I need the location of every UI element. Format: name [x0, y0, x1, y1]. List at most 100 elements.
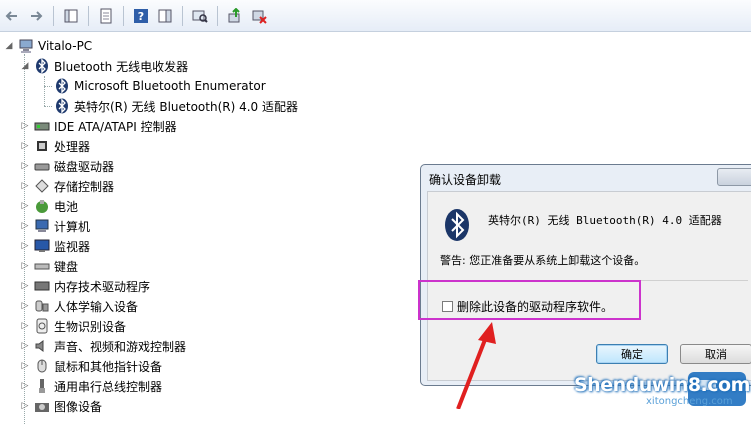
fingerprint-icon — [36, 318, 48, 334]
expand-arrow-icon[interactable]: ▷ — [20, 261, 30, 271]
scan-hardware-icon — [192, 10, 208, 23]
tree-item-label: 生物识别设备 — [54, 319, 127, 334]
scan-hardware-button[interactable] — [190, 6, 210, 26]
cancel-button-label: 取消 — [705, 348, 727, 361]
mouse-icon — [37, 359, 47, 373]
tree-item-hid[interactable]: ▷ 人体学输入设备 — [20, 296, 138, 316]
back-button[interactable] — [2, 6, 22, 26]
annotation-highlight-box — [418, 280, 641, 320]
usb-icon — [39, 379, 45, 393]
tree-item-battery[interactable]: ▷ 电池 — [20, 196, 78, 216]
computer-icon — [35, 219, 49, 232]
toolbar-separator — [182, 5, 183, 26]
uninstall-icon — [252, 10, 267, 24]
tree-root-label: Vitalo-PC — [38, 39, 93, 53]
toolbar-separator — [88, 5, 89, 26]
camera-icon — [35, 403, 49, 412]
ok-button[interactable]: 确定 — [596, 344, 668, 364]
collapse-arrow-icon[interactable]: ◢ — [20, 61, 30, 71]
speaker-icon — [35, 340, 44, 352]
tree-item-imaging[interactable]: ▷ 图像设备 — [20, 396, 102, 416]
tree-item-biometric[interactable]: ▷ 生物识别设备 — [20, 316, 126, 336]
tree-item-usb[interactable]: ▷ 通用串行总线控制器 — [20, 376, 162, 396]
tree-item-label: 声音、视频和游戏控制器 — [54, 339, 187, 354]
cancel-button[interactable]: 取消 — [680, 344, 751, 364]
tree-item-memory-tech[interactable]: ▷ 内存技术驱动程序 — [20, 276, 150, 296]
bluetooth-icon — [445, 209, 469, 241]
tree-item-ide[interactable]: ▷ IDE ATA/ATAPI 控制器 — [20, 116, 177, 136]
tree-item-sound[interactable]: ▷ 声音、视频和游戏控制器 — [20, 336, 186, 356]
annotation-arrow — [456, 322, 496, 409]
tree-item-label: IDE ATA/ATAPI 控制器 — [54, 119, 177, 134]
tree-item-label: 存储控制器 — [54, 179, 115, 194]
console-tree-button[interactable] — [61, 6, 81, 26]
monitor-icon — [34, 239, 50, 252]
expand-arrow-icon[interactable]: ▷ — [20, 181, 30, 191]
expand-arrow-icon[interactable]: ▷ — [20, 221, 30, 231]
properties-icon — [100, 8, 112, 23]
expand-arrow-icon[interactable]: ▷ — [20, 341, 30, 351]
device-name: 英特尔(R) 无线 Bluetooth(R) 4.0 适配器 — [488, 214, 722, 227]
bluetooth-icon — [56, 78, 68, 94]
tree-item-label: 磁盘驱动器 — [54, 159, 115, 174]
uninstall-button[interactable] — [249, 6, 269, 26]
expand-arrow-icon[interactable]: ▷ — [20, 301, 30, 311]
dialog-close-button[interactable] — [717, 168, 751, 186]
tree-item-computer[interactable]: ▷ 计算机 — [20, 216, 90, 236]
expand-arrow-icon[interactable]: ▷ — [20, 321, 30, 331]
expand-arrow-icon[interactable]: ▷ — [20, 241, 30, 251]
disk-drive-icon — [34, 163, 50, 171]
help-button[interactable]: ? — [131, 6, 151, 26]
forward-button[interactable] — [26, 6, 46, 26]
storage-controller-icon — [35, 179, 49, 193]
tree-item-label: 内存技术驱动程序 — [54, 279, 151, 294]
warning-text: 警告: 您正准备要从系统上卸载这个设备。 — [440, 254, 646, 267]
expand-arrow-icon[interactable]: ▷ — [20, 141, 30, 151]
tree-item-label: 电池 — [54, 199, 79, 214]
tree-guide — [44, 86, 52, 87]
update-driver-button[interactable] — [225, 6, 245, 26]
expand-arrow-icon[interactable]: ▷ — [20, 361, 30, 371]
ok-button-label: 确定 — [621, 348, 643, 361]
tree-guide — [44, 106, 52, 107]
action-pane-icon — [158, 9, 172, 22]
properties-button[interactable] — [96, 6, 116, 26]
expand-arrow-icon[interactable]: ▷ — [20, 201, 30, 211]
toolbar-separator — [123, 5, 124, 26]
tree-item-storage[interactable]: ▷ 存储控制器 — [20, 176, 114, 196]
processor-icon — [37, 141, 47, 151]
tree-root[interactable]: ◢ Vitalo-PC — [4, 36, 92, 56]
tree-item-bt-adapter[interactable]: 英特尔(R) 无线 Bluetooth(R) 4.0 适配器 — [54, 96, 298, 116]
expand-arrow-icon[interactable]: ▷ — [20, 121, 30, 131]
tree-item-monitor[interactable]: ▷ 监视器 — [20, 236, 90, 256]
action-pane-button[interactable] — [155, 6, 175, 26]
watermark-subtext: xitongcheng.com — [646, 396, 733, 407]
update-driver-icon — [228, 7, 240, 22]
tree-item-mouse[interactable]: ▷ 鼠标和其他指针设备 — [20, 356, 162, 376]
toolbar: ? — [0, 0, 751, 32]
tree-item-label: Microsoft Bluetooth Enumerator — [74, 79, 266, 93]
bluetooth-icon — [56, 98, 68, 114]
tree-item-bt-enumerator[interactable]: Microsoft Bluetooth Enumerator — [54, 76, 266, 96]
collapse-arrow-icon[interactable]: ◢ — [4, 41, 14, 51]
tree-item-processor[interactable]: ▷ 处理器 — [20, 136, 90, 156]
svg-text:?: ? — [138, 10, 144, 23]
toolbar-separator — [53, 5, 54, 26]
watermark-text: Shenduwin8.com — [574, 374, 750, 396]
keyboard-icon — [34, 263, 50, 270]
tree-item-bluetooth[interactable]: ◢ Bluetooth 无线电收发器 — [20, 56, 188, 76]
tree-item-label: 通用串行总线控制器 — [54, 379, 163, 394]
tree-item-label: Bluetooth 无线电收发器 — [54, 59, 189, 74]
expand-arrow-icon[interactable]: ▷ — [20, 401, 30, 411]
tree-item-disk[interactable]: ▷ 磁盘驱动器 — [20, 156, 114, 176]
dialog-title: 确认设备卸载 — [429, 173, 502, 187]
expand-arrow-icon[interactable]: ▷ — [20, 161, 30, 171]
memory-icon — [34, 281, 50, 291]
tree-item-label: 键盘 — [54, 259, 79, 274]
help-icon: ? — [134, 8, 148, 23]
expand-arrow-icon[interactable]: ▷ — [20, 381, 30, 391]
tree-item-label: 监视器 — [54, 239, 91, 254]
expand-arrow-icon[interactable]: ▷ — [20, 281, 30, 291]
bluetooth-icon — [36, 58, 48, 74]
tree-item-keyboard[interactable]: ▷ 键盘 — [20, 256, 78, 276]
